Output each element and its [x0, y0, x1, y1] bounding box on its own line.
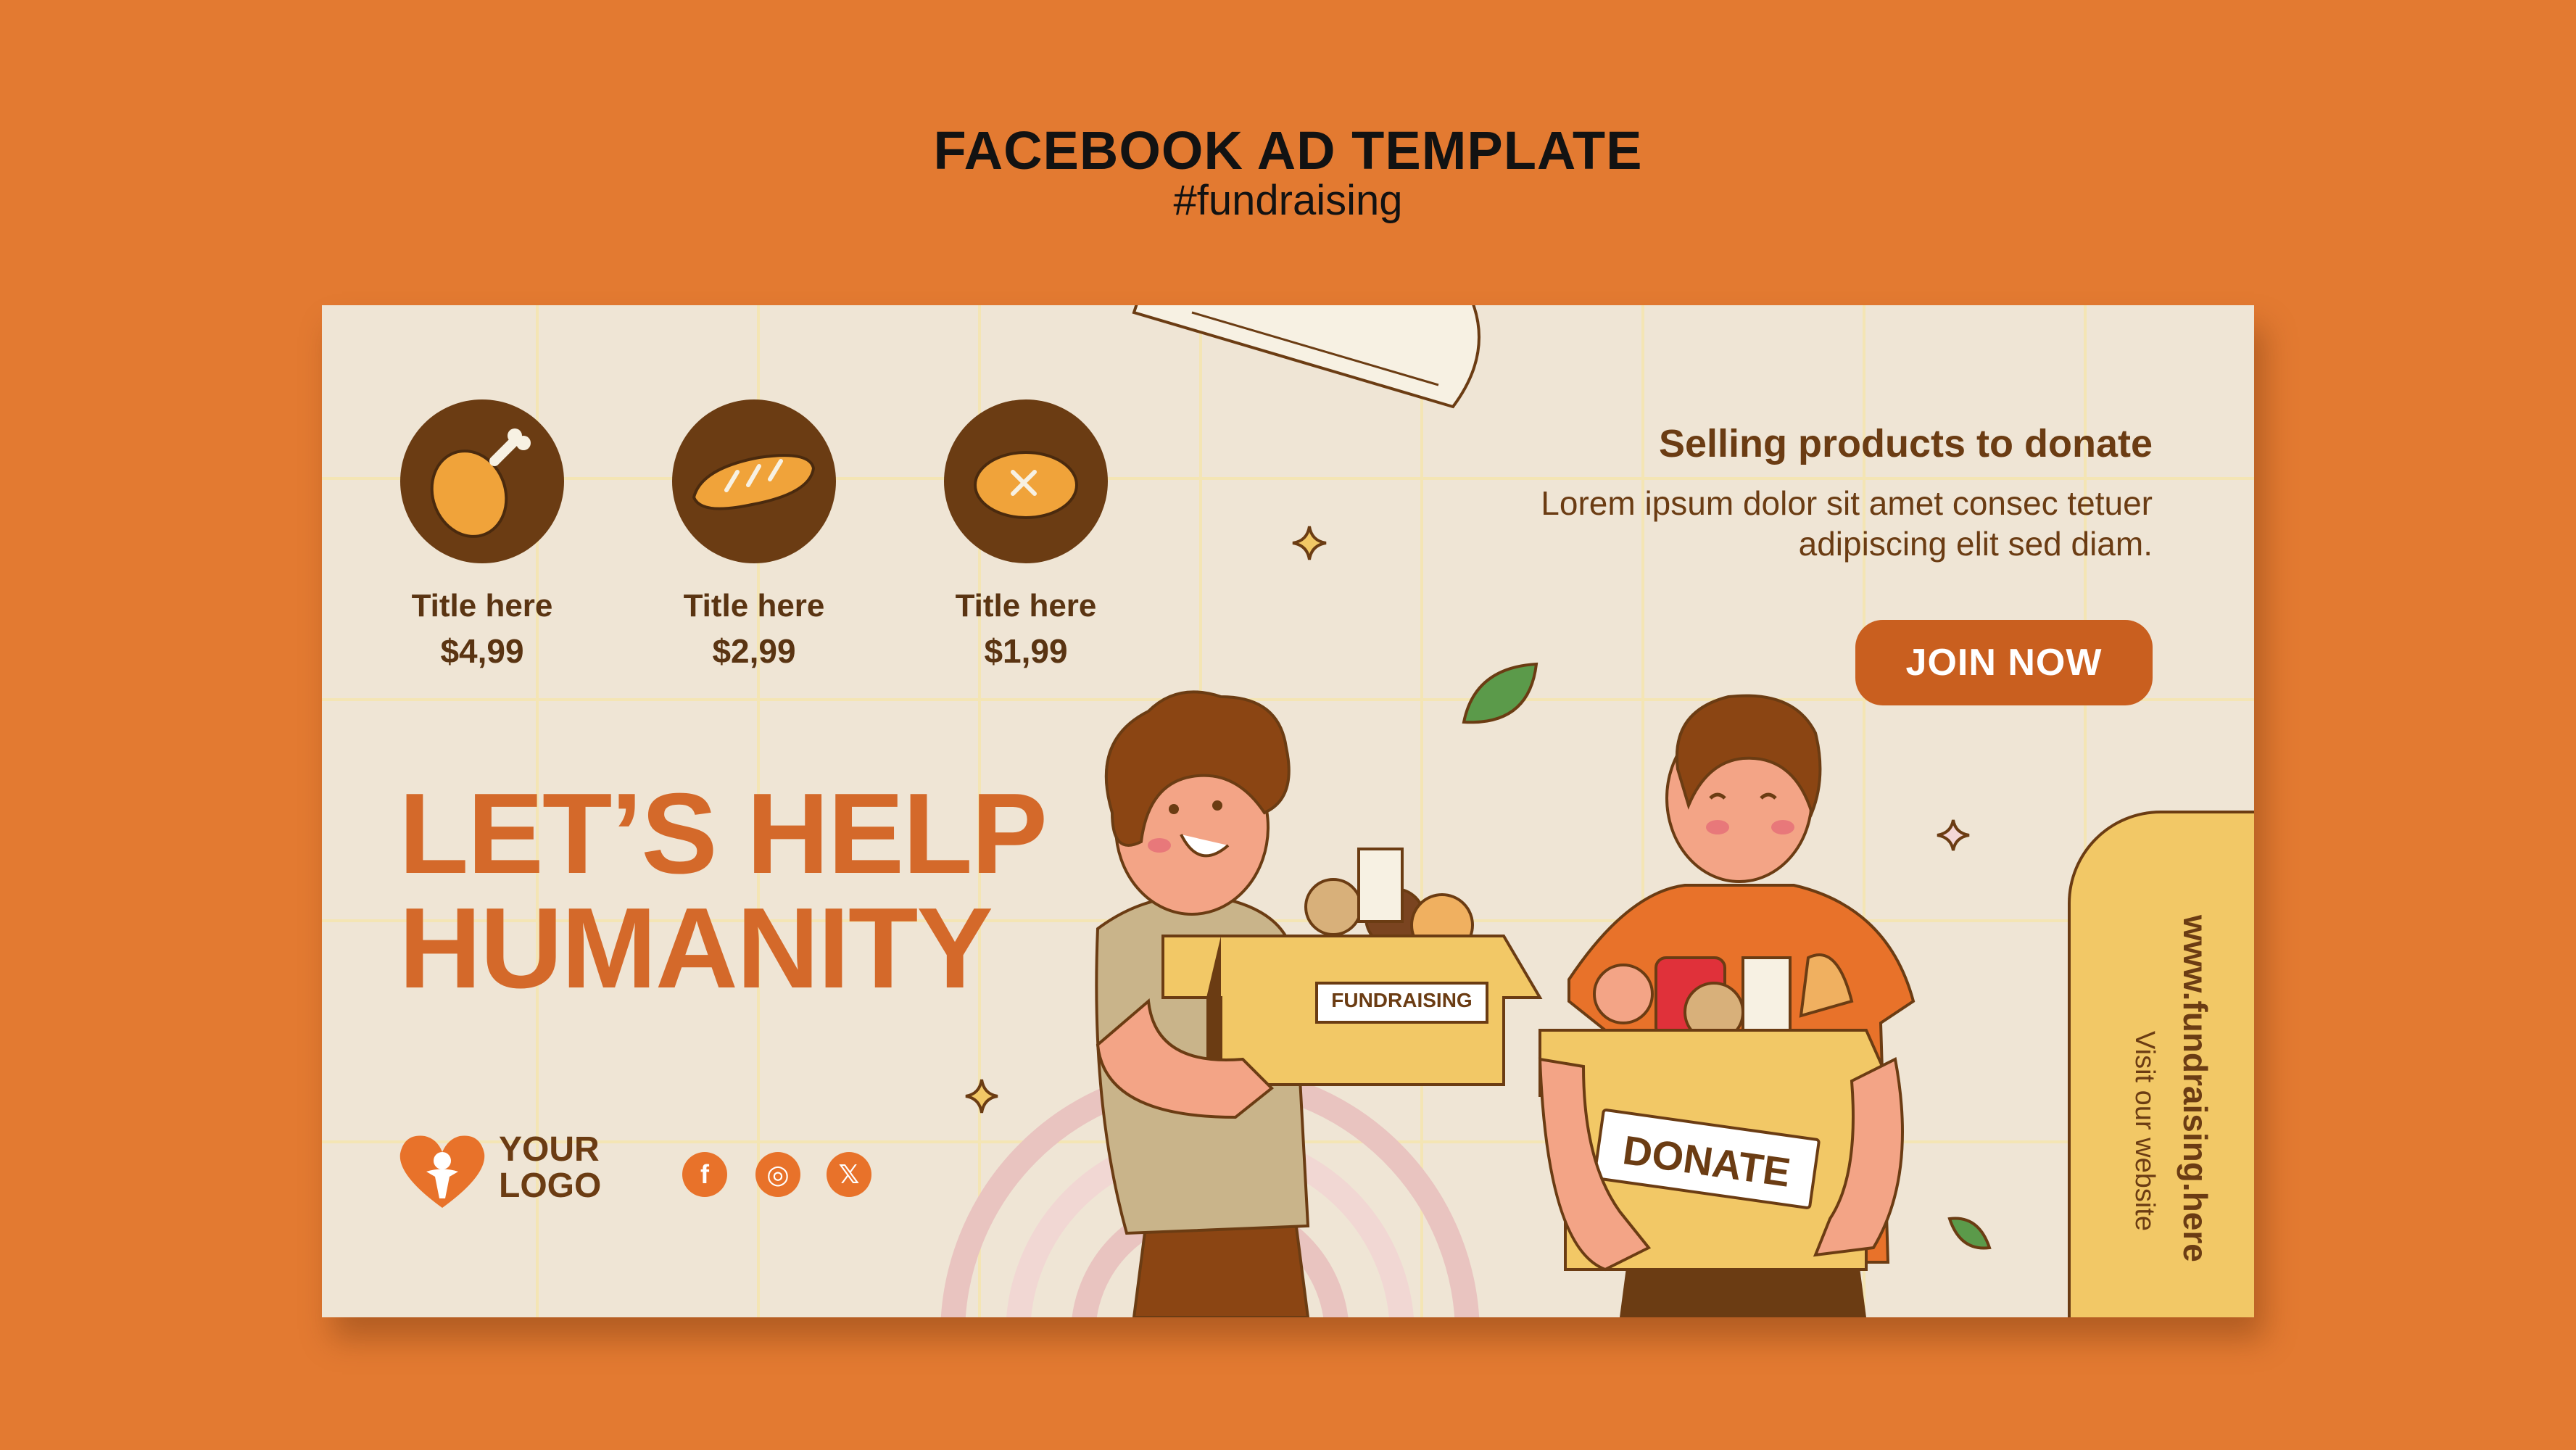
logo-line-1: YOUR	[499, 1130, 600, 1169]
website-label: Visit our website	[2129, 1031, 2160, 1231]
product-item: Title here $2,99	[667, 399, 841, 671]
headline: LET’S HELP HUMANITY	[399, 770, 1048, 1012]
join-now-button[interactable]: JOIN NOW	[1855, 620, 2153, 705]
bread-loaf-icon	[974, 451, 1078, 519]
product-price: $2,99	[712, 632, 796, 670]
logo-text: YOUR LOGO	[499, 1132, 601, 1204]
leaf-icon	[1947, 1217, 1992, 1250]
brand-logo: YOUR LOGO	[397, 1132, 637, 1211]
x-twitter-icon[interactable]: 𝕏	[827, 1152, 871, 1197]
website-url[interactable]: www.fundraising.here	[2176, 915, 2215, 1262]
product-circle	[944, 399, 1108, 563]
product-price: $1,99	[984, 632, 1068, 670]
product-item: Title here $1,99	[939, 399, 1113, 671]
product-title: Title here	[955, 588, 1097, 624]
website-tab: www.fundraising.here Visit our website	[2068, 811, 2254, 1317]
instagram-icon[interactable]: ◎	[755, 1152, 800, 1197]
promo-description: Lorem ipsum dolor sit amet consec tetuer…	[1541, 484, 2153, 563]
baguette-icon	[692, 454, 816, 510]
page-subtitle: #fundraising	[1173, 177, 1403, 224]
headline-line-1: LET’S HELP	[399, 770, 1048, 898]
product-circle	[400, 399, 564, 563]
fundraising-box-label: FUNDRAISING	[1331, 989, 1473, 1011]
headline-line-2: HUMANITY	[399, 884, 993, 1012]
product-circle	[672, 399, 836, 563]
chicken-leg-icon	[430, 428, 531, 538]
page-title: FACEBOOK AD TEMPLATE	[933, 120, 1643, 181]
product-price: $4,99	[440, 632, 524, 670]
sparkle-icon	[1292, 526, 1327, 560]
ad-banner: FUNDRAISING DONATE Title here $4,99 Titl…	[322, 305, 2254, 1317]
promo-title: Selling products to donate	[1658, 422, 2153, 465]
leaf-icon	[1462, 662, 1538, 724]
sparkle-icon	[965, 1079, 998, 1114]
product-item: Title here $4,99	[395, 399, 569, 671]
bread-bag-icon	[1132, 305, 1480, 409]
product-title: Title here	[411, 588, 553, 624]
donate-box	[1538, 953, 1904, 1272]
heart-person-icon	[399, 1135, 485, 1208]
logo-line-2: LOGO	[499, 1167, 602, 1205]
product-title: Title here	[683, 588, 825, 624]
sparkle-icon	[1937, 819, 1970, 851]
facebook-icon[interactable]: f	[682, 1152, 727, 1197]
